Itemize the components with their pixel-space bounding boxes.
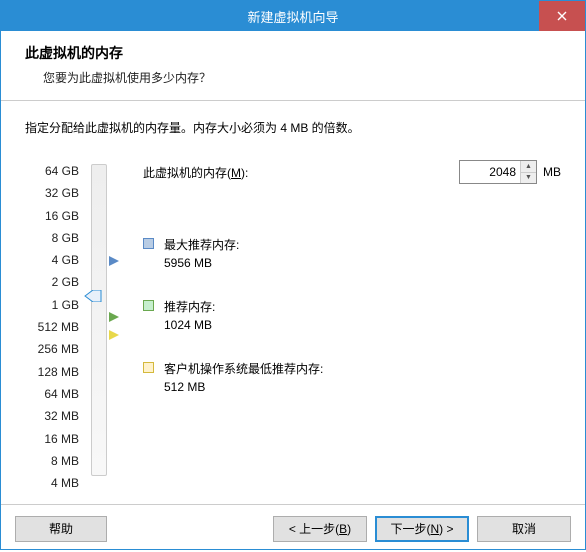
memory-slider[interactable] (91, 164, 107, 476)
spinner-buttons: ▲ ▼ (520, 161, 536, 183)
rec-min-text: 客户机操作系统最低推荐内存: 512 MB (164, 360, 323, 396)
slider-label: 32 MB (25, 405, 79, 427)
slider-label: 128 MB (25, 361, 79, 383)
spinner-up[interactable]: ▲ (521, 161, 536, 173)
memory-area: 64 GB32 GB16 GB8 GB4 GB2 GB1 GB512 MB256… (25, 160, 561, 494)
slider-label: 8 GB (25, 227, 79, 249)
spinner-down[interactable]: ▼ (521, 173, 536, 184)
slider-label: 32 GB (25, 182, 79, 204)
slider-label: 2 GB (25, 271, 79, 293)
marker-rec-icon (109, 312, 119, 322)
slider-label: 1 GB (25, 294, 79, 316)
memory-row: 此虚拟机的内存(M): ▲ ▼ MB (143, 160, 561, 184)
slider-thumb[interactable] (83, 290, 103, 305)
marker-max-icon (109, 256, 119, 266)
slider-label: 4 MB (25, 472, 79, 494)
wizard-window: 新建虚拟机向导 此虚拟机的内存 您要为此虚拟机使用多少内存？ 指定分配给此虚拟机… (0, 0, 586, 550)
close-button[interactable] (539, 1, 585, 31)
memory-input-wrap: ▲ ▼ (459, 160, 537, 184)
slider-label: 16 MB (25, 428, 79, 450)
slider-label: 256 MB (25, 338, 79, 360)
description: 指定分配给此虚拟机的内存量。内存大小必须为 4 MB 的倍数。 (25, 119, 561, 136)
rec-max-text: 最大推荐内存: 5956 MB (164, 236, 239, 272)
slider-label: 512 MB (25, 316, 79, 338)
body: 此虚拟机的内存 您要为此虚拟机使用多少内存？ 指定分配给此虚拟机的内存量。内存大… (1, 31, 585, 552)
memory-unit: MB (543, 165, 561, 179)
square-yellow-icon (143, 362, 154, 373)
memory-label: 此虚拟机的内存(M): (143, 164, 248, 181)
rec-rec-text: 推荐内存: 1024 MB (164, 298, 215, 334)
square-green-icon (143, 300, 154, 311)
titlebar: 新建虚拟机向导 (1, 1, 585, 31)
memory-spinner: ▲ ▼ MB (459, 160, 561, 184)
rec-min: 客户机操作系统最低推荐内存: 512 MB (143, 360, 561, 396)
memory-input[interactable] (460, 161, 520, 183)
help-button[interactable]: 帮助 (15, 516, 107, 542)
page-subtitle: 您要为此虚拟机使用多少内存？ (25, 69, 561, 86)
rec-max: 最大推荐内存: 5956 MB (143, 236, 561, 272)
rec-rec: 推荐内存: 1024 MB (143, 298, 561, 334)
header: 此虚拟机的内存 您要为此虚拟机使用多少内存？ (1, 31, 585, 101)
slider-labels: 64 GB32 GB16 GB8 GB4 GB2 GB1 GB512 MB256… (25, 160, 79, 494)
slider-label: 64 GB (25, 160, 79, 182)
page-title: 此虚拟机的内存 (25, 43, 561, 63)
slider-label: 8 MB (25, 450, 79, 472)
slider-label: 64 MB (25, 383, 79, 405)
slider-track-col (79, 160, 119, 494)
info-column: 此虚拟机的内存(M): ▲ ▼ MB (127, 160, 561, 494)
slider-column: 64 GB32 GB16 GB8 GB4 GB2 GB1 GB512 MB256… (25, 160, 119, 494)
back-button[interactable]: < 上一步(B) (273, 516, 367, 542)
footer: 帮助 < 上一步(B) 下一步(N) > 取消 (1, 504, 585, 552)
square-blue-icon (143, 238, 154, 249)
slider-label: 16 GB (25, 205, 79, 227)
marker-min-icon (109, 330, 119, 340)
next-button[interactable]: 下一步(N) > (375, 516, 469, 542)
window-title: 新建虚拟机向导 (247, 7, 338, 26)
cancel-button[interactable]: 取消 (477, 516, 571, 542)
content: 指定分配给此虚拟机的内存量。内存大小必须为 4 MB 的倍数。 64 GB32 … (1, 101, 585, 504)
slider-label: 4 GB (25, 249, 79, 271)
